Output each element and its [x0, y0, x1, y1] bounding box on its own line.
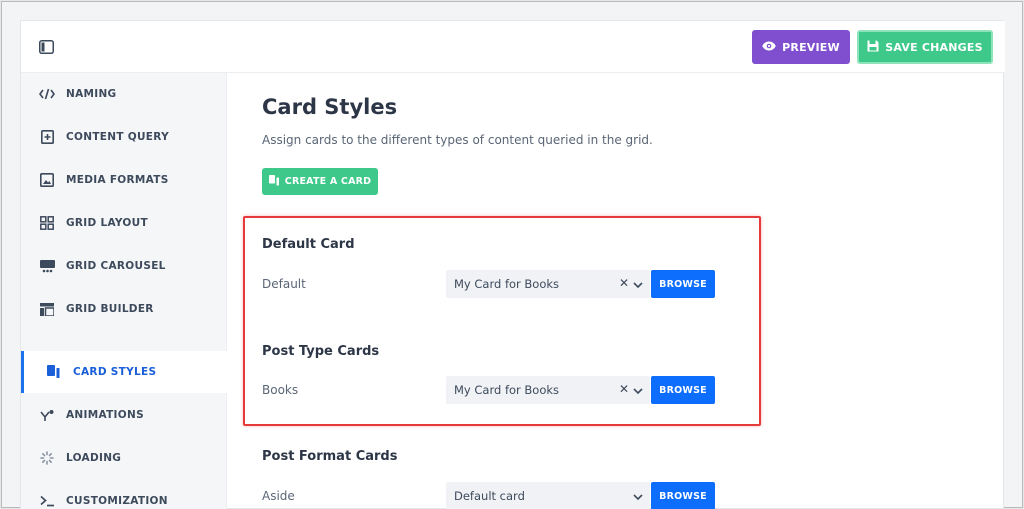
- sidebar-item-customization[interactable]: CUSTOMIZATION: [21, 480, 227, 509]
- sidebar-toggle-icon[interactable]: [38, 38, 55, 55]
- row-label-books: Books: [262, 383, 299, 397]
- page-description: Assign cards to the different types of c…: [262, 133, 653, 147]
- sidebar-item-naming[interactable]: NAMING: [21, 73, 227, 115]
- sidebar-item-loading[interactable]: LOADING: [21, 437, 227, 479]
- sidebar-item-label: GRID LAYOUT: [66, 217, 148, 229]
- page-title: Card Styles: [262, 95, 398, 119]
- select-value: My Card for Books: [454, 383, 560, 397]
- grid-icon: [39, 215, 55, 231]
- preview-label: PREVIEW: [782, 40, 840, 54]
- sidebar-item-grid-builder[interactable]: GRID BUILDER: [21, 288, 227, 330]
- row-label-aside: Aside: [262, 489, 295, 503]
- browse-button-default[interactable]: BROWSE: [651, 270, 715, 298]
- section-title-post-type-cards: Post Type Cards: [262, 344, 380, 359]
- chevron-down-icon[interactable]: [633, 385, 643, 395]
- save-icon: [867, 40, 879, 55]
- layout-icon: [39, 301, 55, 317]
- chevron-down-icon[interactable]: [633, 279, 643, 289]
- save-changes-button[interactable]: SAVE CHANGES: [857, 30, 993, 64]
- sidebar-item-label: CONTENT QUERY: [66, 131, 169, 143]
- row-label-default: Default: [262, 277, 306, 291]
- create-card-button[interactable]: CREATE A CARD: [262, 168, 378, 195]
- section-title-default-card: Default Card: [262, 237, 355, 252]
- eye-icon: [762, 41, 776, 54]
- sidebar-item-label: GRID CAROUSEL: [66, 260, 166, 272]
- cards-icon: [46, 364, 62, 380]
- sidebar-item-label: CUSTOMIZATION: [66, 495, 168, 507]
- create-card-label: CREATE A CARD: [284, 176, 372, 187]
- top-bar: PREVIEW SAVE CHANGES: [21, 21, 1005, 73]
- sidebar: NAMING CONTENT QUERY MEDIA FORMATS GRID …: [21, 73, 227, 509]
- chevron-down-icon[interactable]: [633, 491, 643, 501]
- sidebar-item-card-styles[interactable]: CARD STYLES: [21, 351, 227, 393]
- carousel-icon: [39, 258, 55, 274]
- select-value: Default card: [454, 489, 525, 503]
- browse-button-aside[interactable]: BROWSE: [651, 482, 715, 509]
- loading-icon: [39, 450, 55, 466]
- card-select-default[interactable]: My Card for Books ✕: [446, 270, 650, 298]
- cards-icon: [268, 174, 280, 189]
- file-add-icon: [39, 129, 55, 145]
- select-value: My Card for Books: [454, 277, 560, 291]
- sidebar-item-label: CARD STYLES: [73, 366, 157, 378]
- main-content: Card Styles Assign cards to the differen…: [227, 73, 1005, 509]
- sidebar-item-animations[interactable]: ANIMATIONS: [21, 394, 227, 436]
- browse-button-books[interactable]: BROWSE: [651, 376, 715, 404]
- sidebar-item-grid-carousel[interactable]: GRID CAROUSEL: [21, 245, 227, 287]
- card-select-books[interactable]: My Card for Books ✕: [446, 376, 650, 404]
- save-label: SAVE CHANGES: [885, 40, 983, 54]
- section-title-post-format-cards: Post Format Cards: [262, 449, 398, 464]
- preview-button[interactable]: PREVIEW: [752, 30, 850, 64]
- sidebar-item-media-formats[interactable]: MEDIA FORMATS: [21, 159, 227, 201]
- sidebar-item-label: GRID BUILDER: [66, 303, 154, 315]
- card-select-aside[interactable]: Default card: [446, 482, 650, 509]
- sidebar-item-label: NAMING: [66, 88, 117, 100]
- sidebar-item-grid-layout[interactable]: GRID LAYOUT: [21, 202, 227, 244]
- sidebar-item-label: ANIMATIONS: [66, 409, 144, 421]
- code-icon: [39, 86, 55, 102]
- sidebar-item-label: LOADING: [66, 452, 122, 464]
- clear-icon[interactable]: ✕: [619, 276, 629, 290]
- animation-icon: [39, 407, 55, 423]
- clear-icon[interactable]: ✕: [619, 382, 629, 396]
- app-window: PREVIEW SAVE CHANGES NAMING CONTENT QUER…: [20, 20, 1005, 509]
- image-icon: [39, 172, 55, 188]
- sidebar-item-label: MEDIA FORMATS: [66, 174, 169, 186]
- terminal-icon: [39, 493, 55, 509]
- sidebar-item-content-query[interactable]: CONTENT QUERY: [21, 116, 227, 158]
